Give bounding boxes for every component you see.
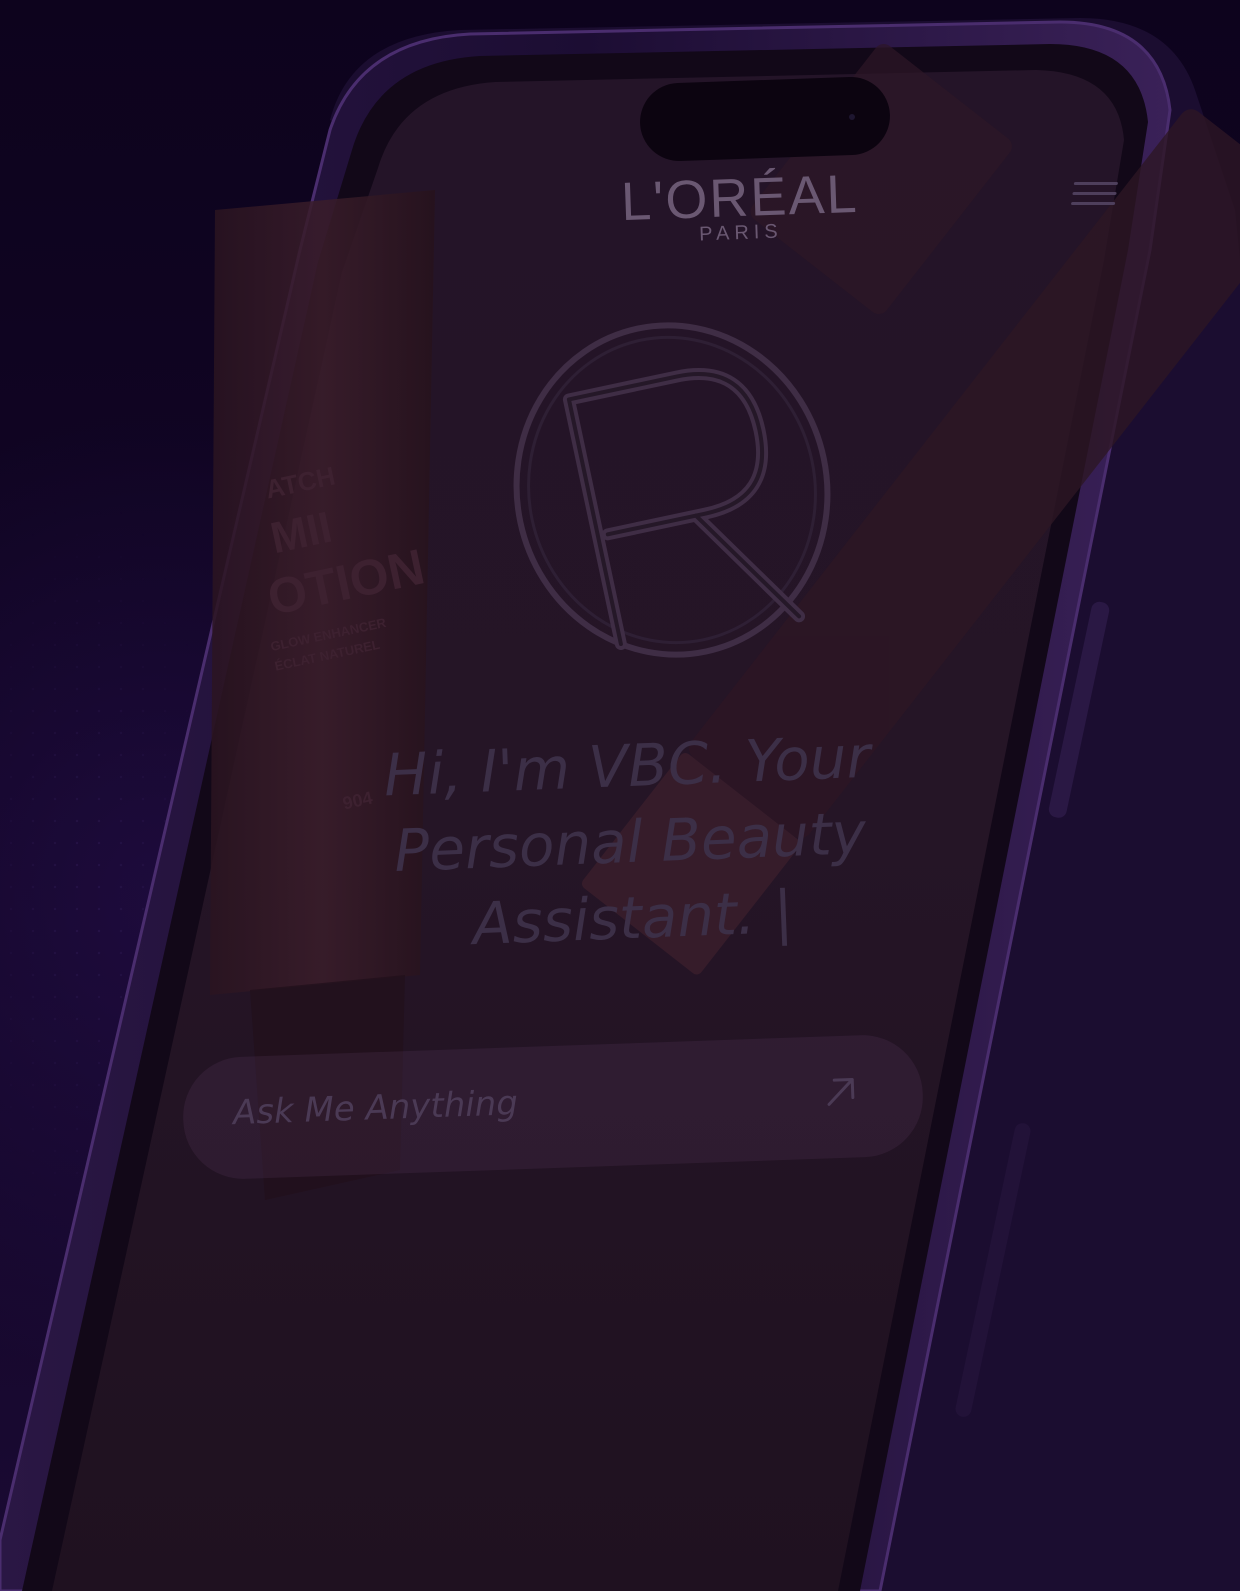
front-camera: [849, 114, 855, 120]
hamburger-menu-icon[interactable]: [1069, 175, 1119, 219]
menu-line-middle: [1072, 192, 1117, 195]
hero-headline: Hi, I'm VBC. Your Personal Beauty Assist…: [326, 717, 934, 968]
menu-line-bottom: [1070, 202, 1116, 205]
ask-input[interactable]: Ask Me Anything: [181, 1033, 925, 1181]
screen: ATCH MII OTION GLOW ENHANCER ÉCLAT NATUR…: [0, 0, 1240, 1591]
menu-line-top: [1073, 182, 1119, 185]
ask-input-placeholder: Ask Me Anything: [232, 1083, 519, 1134]
loreal-paris-logo[interactable]: L'ORÉAL PARIS: [599, 163, 881, 249]
arrow-up-right-icon[interactable]: [820, 1071, 861, 1112]
